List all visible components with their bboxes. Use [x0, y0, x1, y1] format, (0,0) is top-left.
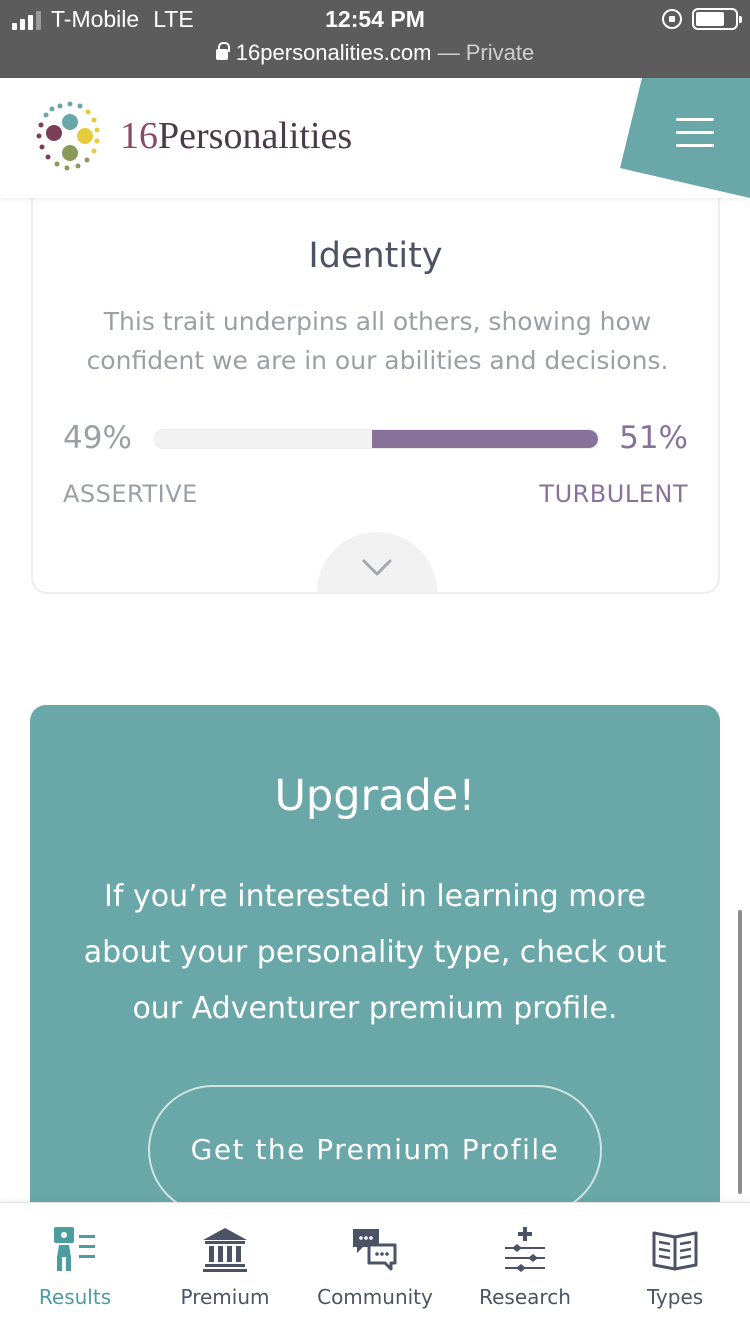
nav-label-premium: Premium: [180, 1285, 270, 1309]
assertive-percent: 49%: [63, 420, 132, 456]
upgrade-section: Upgrade! If you’re interested in learnin…: [30, 705, 720, 1265]
nav-item-types[interactable]: Types: [600, 1203, 750, 1334]
results-icon: [54, 1227, 95, 1271]
clock: 12:54 PM: [325, 6, 425, 32]
identity-trait-card: Identity This trait underpins all others…: [31, 198, 720, 594]
brand-number: 16: [120, 115, 158, 157]
nav-label-research: Research: [479, 1285, 571, 1309]
turbulent-label: TURBULENT: [539, 480, 688, 508]
logo-icon[interactable]: [34, 100, 110, 176]
nav-item-research[interactable]: Research: [450, 1203, 600, 1334]
premium-bank-icon: [203, 1228, 247, 1272]
assertive-label: ASSERTIVE: [63, 480, 198, 508]
types-book-icon: [652, 1231, 698, 1271]
trait-description: This trait underpins all others, showing…: [86, 307, 669, 375]
url-bar[interactable]: 16personalities.com — Private: [0, 40, 750, 66]
url-text: 16personalities.com: [235, 40, 432, 65]
turbulent-percent: 51%: [619, 420, 688, 456]
nav-label-types: Types: [646, 1285, 704, 1309]
scrollbar[interactable]: [738, 910, 742, 1194]
status-bar: T-Mobile LTE 12:54 PM 16personalities.co…: [0, 0, 750, 78]
community-chat-icon: [353, 1229, 397, 1271]
research-sliders-icon: [505, 1227, 545, 1272]
lock-icon: [215, 42, 230, 60]
nav-item-community[interactable]: Community: [300, 1203, 450, 1334]
nav-item-premium[interactable]: Premium: [150, 1203, 300, 1334]
trait-title: Identity: [308, 236, 443, 276]
status-icons: [662, 8, 742, 30]
brand-name[interactable]: 16Personalities: [120, 114, 352, 158]
get-premium-profile-button[interactable]: Get the Premium Profile: [148, 1085, 602, 1215]
private-mode-label: Private: [465, 40, 535, 65]
upgrade-title: Upgrade!: [274, 771, 476, 821]
site-header: 16Personalities: [0, 78, 750, 198]
nav-item-results[interactable]: Results: [0, 1203, 150, 1334]
nav-label-results: Results: [38, 1285, 112, 1309]
url-separator: —: [437, 40, 460, 65]
chevron-down-icon: [362, 559, 392, 576]
trait-bar-track: [154, 429, 599, 449]
trait-bar-fill: [372, 430, 598, 448]
nav-label-community: Community: [317, 1285, 433, 1309]
upgrade-text: If you’re interested in learning more ab…: [83, 879, 667, 1026]
brand-word: Personalities: [158, 115, 353, 157]
expand-trait-button[interactable]: [317, 532, 437, 592]
bottom-nav: Results Premium Community Research Types: [0, 1202, 750, 1334]
rotation-lock-icon: [662, 9, 682, 29]
hamburger-menu-icon[interactable]: [676, 118, 714, 150]
battery-icon: [692, 8, 742, 30]
